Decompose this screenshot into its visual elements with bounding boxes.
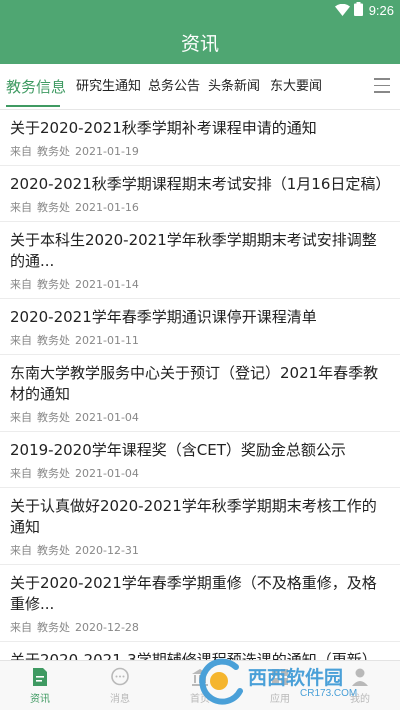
source-prefix: 来自 <box>10 145 32 158</box>
status-bar: 9:26 <box>0 0 400 20</box>
tab-academic-info[interactable]: 教务信息 <box>6 64 66 110</box>
tab-general-affairs[interactable]: 总务公告 <box>148 64 200 110</box>
page-title: 资讯 <box>180 32 219 55</box>
nav-label: 应用 <box>270 694 290 705</box>
news-date: 2020-12-28 <box>75 621 139 634</box>
building-icon <box>189 666 211 688</box>
document-icon <box>29 666 51 688</box>
news-date: 2021-01-04 <box>75 411 139 424</box>
news-item[interactable]: 2020-2021秋季学期课程期末考试安排（1月16日定稿） 来自 教务处 2021… <box>0 166 400 222</box>
news-title: 关于2020-2021-3学期辅修课程预选课的通知（更新） <box>10 651 377 660</box>
news-title: 关于2020-2021秋季学期补考课程申请的通知 <box>10 119 317 137</box>
status-time: 9:26 <box>368 2 394 18</box>
tab-headlines[interactable]: 头条新闻 <box>208 64 260 110</box>
news-source: 教务处 <box>37 411 70 424</box>
news-meta: 来自 教务处 2021-01-16 <box>10 201 388 215</box>
source-prefix: 来自 <box>10 334 32 347</box>
news-item[interactable]: 2020-2021学年春季学期通识课停开课程清单 来自 教务处 2021-01-11 <box>0 299 400 355</box>
news-meta: 来自 教务处 2021-01-04 <box>10 411 388 425</box>
tab-graduate-notices[interactable]: 研究生通知 <box>76 64 141 110</box>
source-prefix: 来自 <box>10 411 32 424</box>
news-item[interactable]: 关于认真做好2020-2021学年秋季学期期末考核工作的通知 来自 教务处 2020… <box>0 488 400 565</box>
news-item[interactable]: 2019-2020学年课程奖（含CET）奖励金总额公示 来自 教务处 2021-01… <box>0 432 400 488</box>
news-source: 教务处 <box>37 145 70 158</box>
news-date: 2021-01-14 <box>75 278 139 291</box>
nav-label: 首页 <box>190 694 210 705</box>
nav-label: 我的 <box>350 694 370 705</box>
news-source: 教务处 <box>37 201 70 214</box>
news-source: 教务处 <box>37 334 70 347</box>
news-source: 教务处 <box>37 278 70 291</box>
news-meta: 来自 教务处 2021-01-14 <box>10 278 388 292</box>
nav-label: 资讯 <box>30 694 50 705</box>
news-meta: 来自 教务处 2021-01-04 <box>10 467 388 481</box>
bottom-nav: 资讯 消息 首页 应用 我的 <box>0 660 400 710</box>
news-title: 关于认真做好2020-2021学年秋季学期期末考核工作的通知 <box>10 497 377 536</box>
battery-icon <box>353 1 363 20</box>
news-source: 教务处 <box>37 544 70 557</box>
news-date: 2021-01-04 <box>75 467 139 480</box>
news-meta: 来自 教务处 2020-12-31 <box>10 544 388 558</box>
news-date: 2020-12-31 <box>75 544 139 557</box>
tab-university-news[interactable]: 东大要闻 <box>270 64 322 110</box>
news-item[interactable]: 关于本科生2020-2021学年秋季学期期末考试安排调整的通... 来自 教务处 2… <box>0 222 400 299</box>
source-prefix: 来自 <box>10 544 32 557</box>
news-source: 教务处 <box>37 621 70 634</box>
news-title: 东南大学教学服务中心关于预订（登记）2021年春季教材的通知 <box>10 364 379 403</box>
chat-bubble-icon <box>109 666 131 688</box>
news-item[interactable]: 关于2020-2021学年春季学期重修（不及格重修，及格重修... 来自 教务处 2… <box>0 565 400 642</box>
news-item[interactable]: 关于2020-2021-3学期辅修课程预选课的通知（更新） <box>0 642 400 660</box>
news-item[interactable]: 东南大学教学服务中心关于预订（登记）2021年春季教材的通知 来自 教务处 2021… <box>0 355 400 432</box>
person-icon <box>349 666 371 688</box>
news-source: 教务处 <box>37 467 70 480</box>
news-title: 2020-2021学年春季学期通识课停开课程清单 <box>10 308 317 326</box>
grid-icon <box>269 666 291 688</box>
news-date: 2021-01-19 <box>75 145 139 158</box>
source-prefix: 来自 <box>10 278 32 291</box>
nav-messages[interactable]: 消息 <box>80 661 160 710</box>
news-meta: 来自 教务处 2021-01-11 <box>10 334 388 348</box>
news-list: 关于2020-2021秋季学期补考课程申请的通知 来自 教务处 2021-01-19… <box>0 110 400 660</box>
nav-profile[interactable]: 我的 <box>320 661 400 710</box>
source-prefix: 来自 <box>10 467 32 480</box>
category-tabbar: 教务信息 研究生通知 总务公告 头条新闻 东大要闻 <box>0 64 400 110</box>
news-date: 2021-01-11 <box>75 334 139 347</box>
source-prefix: 来自 <box>10 621 32 634</box>
app-header: 资讯 <box>0 20 400 64</box>
news-title: 2020-2021秋季学期课程期末考试安排（1月16日定稿） <box>10 175 391 193</box>
active-tab-indicator <box>6 105 60 107</box>
wifi-icon <box>334 1 350 20</box>
news-title: 关于本科生2020-2021学年秋季学期期末考试安排调整的通... <box>10 231 377 270</box>
source-prefix: 来自 <box>10 201 32 214</box>
status-icons: 9:26 <box>334 0 394 20</box>
news-item[interactable]: 关于2020-2021秋季学期补考课程申请的通知 来自 教务处 2021-01-19 <box>0 110 400 166</box>
nav-label: 消息 <box>110 694 130 705</box>
news-title: 2019-2020学年课程奖（含CET）奖励金总额公示 <box>10 441 346 459</box>
nav-home[interactable]: 首页 <box>160 661 240 710</box>
news-meta: 来自 教务处 2020-12-28 <box>10 621 388 635</box>
nav-apps[interactable]: 应用 <box>240 661 320 710</box>
news-date: 2021-01-16 <box>75 201 139 214</box>
menu-icon[interactable] <box>374 78 390 94</box>
nav-news[interactable]: 资讯 <box>0 661 80 710</box>
news-title: 关于2020-2021学年春季学期重修（不及格重修，及格重修... <box>10 574 377 613</box>
news-meta: 来自 教务处 2021-01-19 <box>10 145 388 159</box>
